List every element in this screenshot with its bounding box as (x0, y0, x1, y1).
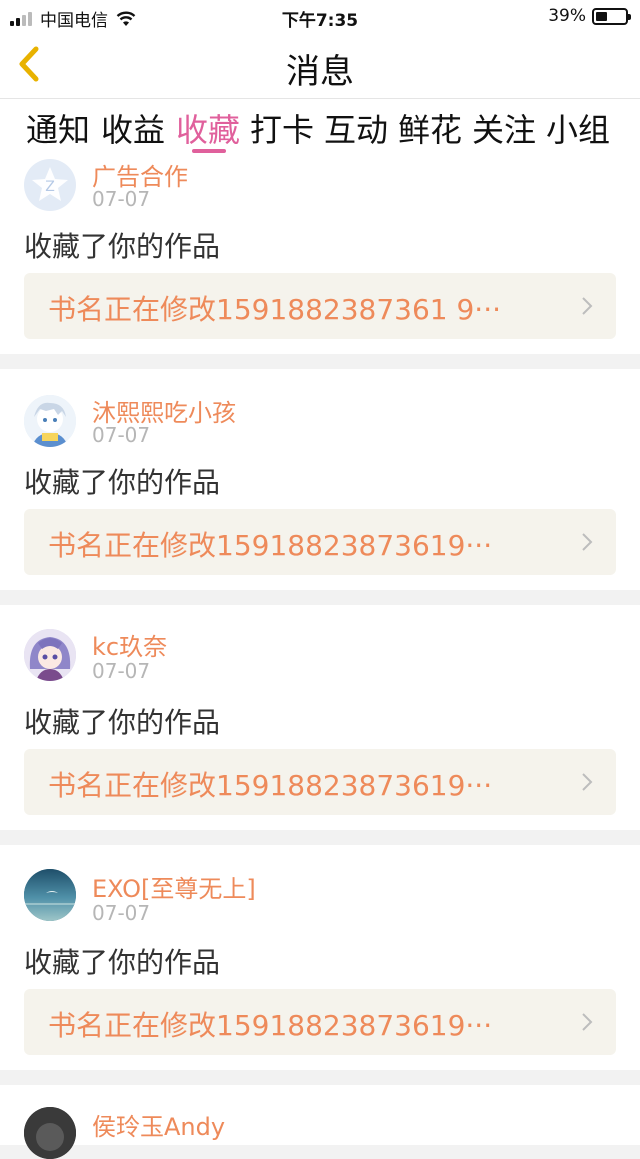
action-text: 收藏了你的作品 (24, 706, 221, 739)
user-name[interactable]: 侯玲玉Andy (92, 1107, 225, 1142)
tab-interaction[interactable]: 互动 (324, 105, 388, 151)
list-item: 沐熙熙吃小孩 07-07 收藏了你的作品 书名正在修改1591882387361… (0, 369, 640, 590)
svg-text:Z: Z (45, 179, 55, 195)
avatar-image (24, 395, 76, 447)
work-title: 书名正在修改15918823873619··· (48, 529, 493, 562)
action-text: 收藏了你的作品 (24, 466, 221, 499)
tab-earnings[interactable]: 收益 (101, 105, 165, 151)
avatar-image (24, 1107, 76, 1159)
avatar[interactable] (24, 1107, 76, 1159)
tab-bar: 通知 收益 收藏 打卡 互动 鲜花 关注 小组 (0, 99, 640, 155)
active-tab-indicator (192, 149, 226, 153)
tab-notifications[interactable]: 通知 (26, 105, 90, 151)
work-link[interactable]: 书名正在修改1591882387361 9··· (24, 273, 616, 339)
tab-checkin[interactable]: 打卡 (250, 105, 314, 151)
work-link[interactable]: 书名正在修改15918823873619··· (24, 749, 616, 815)
action-text: 收藏了你的作品 (24, 230, 221, 263)
battery-percent: 39% (548, 6, 586, 26)
tab-favorites[interactable]: 收藏 (176, 105, 240, 151)
work-link[interactable]: 书名正在修改15918823873619··· (24, 989, 616, 1055)
work-title: 书名正在修改1591882387361 9··· (48, 293, 502, 326)
star-logo-icon: Z (32, 167, 68, 201)
chevron-right-icon (582, 533, 593, 551)
battery-icon (592, 7, 631, 25)
tab-flowers[interactable]: 鲜花 (398, 105, 462, 151)
nav-bar: 消息 (0, 32, 640, 99)
user-name[interactable]: EXO[至尊无上] (92, 869, 256, 904)
work-title: 书名正在修改15918823873619··· (48, 769, 493, 802)
work-title: 书名正在修改15918823873619··· (48, 1009, 493, 1042)
chevron-right-icon (582, 773, 593, 791)
list-item: kc玖奈 07-07 收藏了你的作品 书名正在修改15918823873619·… (0, 605, 640, 830)
avatar[interactable] (24, 629, 76, 681)
avatar[interactable] (24, 395, 76, 447)
page-title: 消息 (286, 52, 354, 92)
status-bar: 中国电信 下午7:35 39% (0, 0, 640, 32)
list-item: Z 广告合作 07-07 收藏了你的作品 书名正在修改1591882387361… (0, 155, 640, 354)
item-date: 07-07 (92, 187, 151, 211)
avatar-image (24, 869, 76, 921)
avatar[interactable] (24, 869, 76, 921)
avatar-image (24, 629, 76, 681)
list-item: 侯玲玉Andy (0, 1085, 640, 1159)
work-link[interactable]: 书名正在修改15918823873619··· (24, 509, 616, 575)
user-name[interactable]: kc玖奈 (92, 627, 167, 662)
tab-following[interactable]: 关注 (472, 105, 536, 151)
chevron-right-icon (582, 1013, 593, 1031)
item-date: 07-07 (92, 901, 151, 925)
action-text: 收藏了你的作品 (24, 946, 221, 979)
avatar[interactable]: Z (24, 159, 76, 211)
list-item: EXO[至尊无上] 07-07 收藏了你的作品 书名正在修改1591882387… (0, 845, 640, 1070)
tab-groups[interactable]: 小组 (546, 105, 610, 151)
chevron-right-icon (582, 297, 593, 315)
clock: 下午7:35 (281, 11, 359, 31)
status-right: 39% (548, 6, 631, 26)
item-date: 07-07 (92, 423, 151, 447)
item-date: 07-07 (92, 659, 151, 683)
